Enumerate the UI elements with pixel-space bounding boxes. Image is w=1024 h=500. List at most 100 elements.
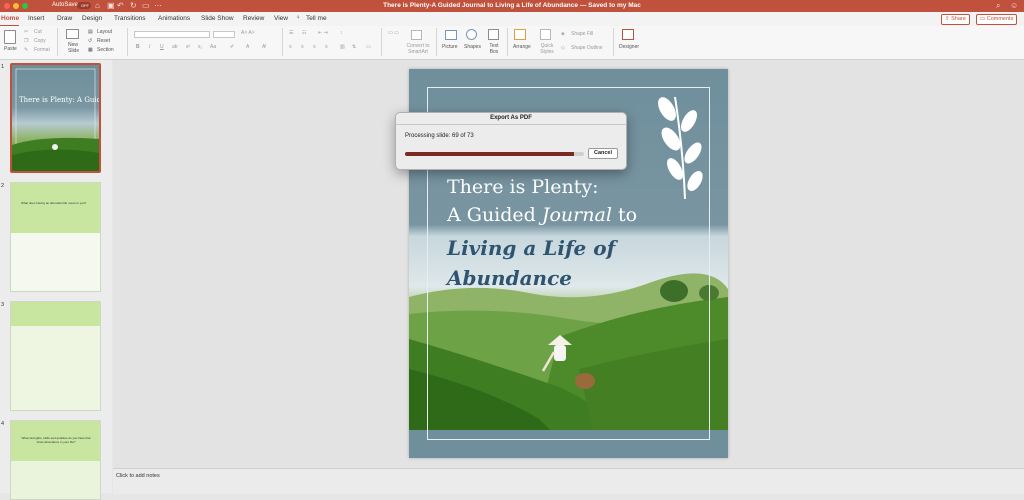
export-progress-fill — [405, 152, 575, 156]
align-right-icon[interactable]: ≡ — [313, 44, 316, 50]
share-label: Share — [951, 16, 966, 22]
paste-button[interactable]: Paste — [4, 46, 17, 52]
quick-styles-button[interactable]: Quick Styles — [538, 43, 556, 55]
processing-status-text: Processing slide: 69 of 73 — [405, 133, 474, 139]
export-pdf-dialog: Export As PDF Processing slide: 69 of 73… — [395, 112, 627, 170]
tab-view[interactable]: View — [274, 15, 288, 22]
tab-transitions[interactable]: Transitions — [114, 15, 146, 22]
dialog-title: Export As PDF — [490, 115, 532, 121]
slide-3-header-band — [11, 302, 100, 326]
new-slide-button[interactable]: New Slide — [68, 42, 82, 54]
font-color-icon[interactable]: A — [246, 44, 249, 50]
numbering-icon[interactable]: ☷ — [302, 30, 306, 36]
layout-button[interactable]: Layout — [97, 29, 112, 35]
slide-thumbnail-4[interactable]: What strengths, skills and qualities do … — [10, 420, 101, 500]
account-icon[interactable]: ☺ — [1010, 1, 1018, 11]
slide-number: 4 — [1, 421, 5, 427]
font-size-dropdown[interactable] — [213, 31, 235, 38]
format-painter-button[interactable]: Format — [34, 47, 50, 53]
tab-slide-show[interactable]: Slide Show — [201, 15, 234, 22]
shape-fill-button[interactable]: Shape Fill — [571, 31, 593, 37]
convert-to-smartart-button[interactable]: Convert to SmartArt — [404, 43, 432, 55]
picture-button[interactable]: Picture — [442, 44, 458, 50]
picture-icon[interactable] — [445, 30, 457, 40]
slide-number: 1 — [1, 64, 5, 70]
new-slide-icon[interactable] — [66, 29, 79, 39]
slide-title-line-3[interactable]: Living a Life of — [447, 233, 615, 263]
increase-font-icon[interactable]: A˄ A˅ — [241, 30, 255, 36]
ribbon-divider — [436, 28, 437, 56]
text-box-button[interactable]: Text Box — [487, 43, 501, 55]
slide-title-line-4[interactable]: Abundance — [447, 263, 572, 293]
subscript-icon[interactable]: x₂ — [198, 44, 202, 50]
clear-format-icon[interactable]: A̸ — [262, 44, 265, 50]
columns-icon[interactable]: ▥ — [340, 44, 345, 50]
align-center-icon[interactable]: ≡ — [301, 44, 304, 50]
italic-icon[interactable]: I — [149, 44, 150, 50]
text-box-icon[interactable] — [488, 29, 499, 40]
document-title: There is Plenty-A Guided Journal to Livi… — [383, 2, 641, 9]
notes-placeholder[interactable]: Click to add notes — [116, 473, 160, 479]
copy-button[interactable]: Copy — [34, 38, 46, 44]
slide-title-line-2[interactable]: A Guided Journal to — [447, 201, 637, 229]
cut-icon[interactable]: ✂ — [24, 29, 28, 35]
share-button[interactable]: ⇪ Share — [941, 14, 970, 25]
tab-insert[interactable]: Insert — [28, 15, 44, 22]
section-button[interactable]: Section — [97, 47, 114, 53]
shapes-icon[interactable] — [466, 29, 477, 40]
tell-me-search[interactable]: Tell me — [306, 15, 327, 22]
highlight-icon[interactable]: ✐ — [230, 44, 234, 50]
designer-button[interactable]: Designer — [619, 44, 639, 50]
strikethrough-icon[interactable]: ab — [172, 44, 178, 50]
tab-animations[interactable]: Animations — [158, 15, 190, 22]
slide-title-line-1[interactable]: There is Plenty: — [447, 173, 599, 201]
designer-icon[interactable] — [622, 29, 634, 40]
format-painter-icon[interactable]: ✎ — [24, 47, 28, 53]
tab-draw[interactable]: Draw — [57, 15, 72, 22]
bold-icon[interactable]: B — [136, 44, 140, 50]
slide-number: 2 — [1, 183, 5, 189]
shape-outline-icon[interactable]: ◇ — [561, 45, 565, 51]
paste-icon[interactable] — [4, 30, 16, 44]
copy-icon[interactable]: ❐ — [24, 38, 28, 44]
cut-button[interactable]: Cut — [34, 29, 42, 35]
tab-review[interactable]: Review — [243, 15, 264, 22]
arrange-icon[interactable] — [514, 29, 526, 40]
shape-outline-button[interactable]: Shape Outline — [571, 45, 603, 51]
quick-styles-icon[interactable] — [540, 29, 551, 40]
reset-button[interactable]: Reset — [97, 38, 110, 44]
section-icon: ▦ — [88, 47, 93, 53]
layout-icon: ▤ — [88, 29, 93, 35]
justify-icon[interactable]: ≡ — [325, 44, 328, 50]
cancel-button[interactable]: Cancel — [588, 148, 618, 159]
indent-icon[interactable]: ⇤ ⇥ — [318, 30, 328, 36]
export-progress-bar — [405, 152, 584, 156]
align-text-icon[interactable]: ▭ — [366, 44, 371, 50]
tab-design[interactable]: Design — [82, 15, 102, 22]
comments-button[interactable]: ▭ Comments — [976, 14, 1018, 25]
change-case-icon[interactable]: Aa — [210, 44, 216, 50]
smartart-icon[interactable] — [411, 30, 422, 40]
shapes-button[interactable]: Shapes — [464, 44, 481, 50]
text-direction-icon[interactable]: ⇅ — [352, 44, 356, 50]
line-spacing-icon[interactable]: ↕ — [340, 30, 343, 36]
text-box-settings-icon[interactable]: ▭ ▭ — [388, 30, 399, 36]
slide-4-prompt: What strengths, skills and qualities do … — [21, 436, 91, 444]
align-left-icon[interactable]: ≡ — [289, 44, 292, 50]
superscript-icon[interactable]: x² — [186, 44, 190, 50]
slide-thumbnail-panel[interactable]: 1 There is Plenty: A Guided Journal to L… — [0, 60, 112, 500]
shape-fill-icon[interactable]: ◈ — [561, 31, 565, 37]
ribbon-divider — [613, 28, 614, 56]
comment-icon: ▭ — [980, 16, 987, 22]
underline-icon[interactable]: U — [160, 44, 164, 50]
font-name-dropdown[interactable] — [134, 31, 210, 38]
notes-pane[interactable]: Click to add notes — [113, 468, 1024, 494]
slide-thumbnail-3[interactable] — [10, 301, 101, 411]
bullets-icon[interactable]: ☰ — [289, 30, 293, 36]
slide-thumbnail-2[interactable]: What does having an abundant life mean t… — [10, 182, 101, 292]
slide-thumbnail-1[interactable]: There is Plenty: A Guided Journal to Liv… — [10, 63, 101, 173]
arrange-button[interactable]: Arrange — [513, 44, 531, 50]
tab-home[interactable]: Home — [1, 15, 19, 22]
slide-1-thumbnail-art — [12, 68, 99, 171]
search-icon[interactable]: ⌕ — [996, 1, 1000, 11]
